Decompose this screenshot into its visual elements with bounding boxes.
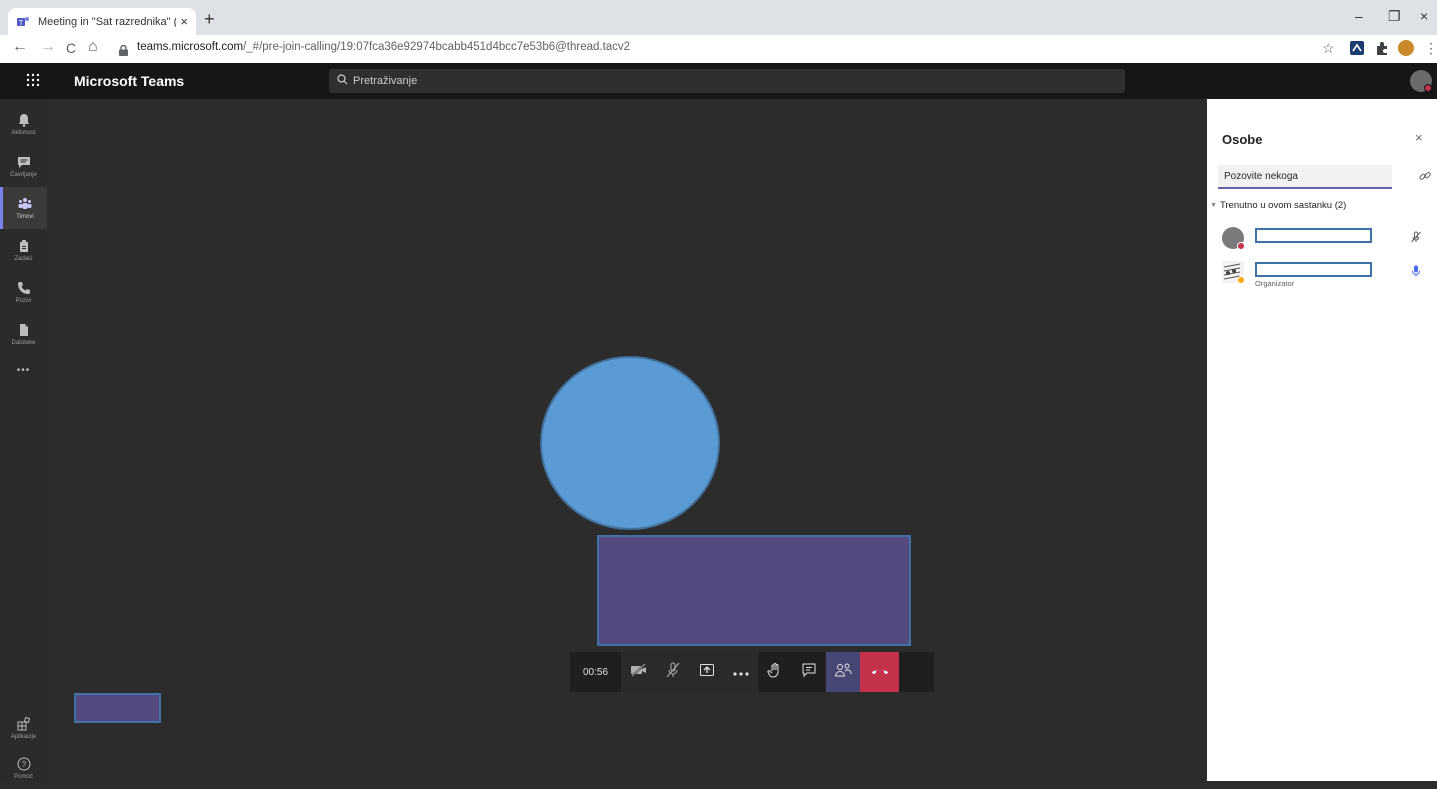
rail-item-apps[interactable]: Aplikacije	[0, 707, 47, 749]
url-path: /_#/pre-join-calling/19:07fca36e92974bca…	[243, 41, 631, 53]
bell-icon	[17, 113, 31, 127]
assignments-icon	[17, 239, 31, 253]
puzzle-extensions-icon[interactable]	[1374, 40, 1390, 56]
help-icon: ?	[17, 757, 31, 771]
rail-more-button[interactable]: •••	[0, 355, 47, 385]
chat-icon	[17, 155, 31, 169]
participant-row[interactable]	[1222, 227, 1432, 255]
more-icon	[733, 663, 749, 681]
lock-icon	[119, 43, 128, 56]
participant-role: Organizator	[1255, 279, 1295, 288]
search-placeholder: Pretraživanje	[353, 75, 418, 87]
share-tray-icon	[699, 662, 715, 683]
people-icon	[834, 662, 852, 683]
chevron-down-icon: ▼	[1210, 202, 1217, 209]
participant-row[interactable]: Organizator	[1222, 261, 1432, 289]
rail-item-calls[interactable]: Pozivi	[0, 271, 47, 313]
rail-item-files[interactable]: Datoteke	[0, 313, 47, 355]
camera-off-icon	[630, 662, 648, 682]
rail-label-apps: Aplikacije	[10, 733, 37, 740]
svg-text:?: ?	[21, 760, 26, 769]
call-controls: 00:56	[570, 652, 934, 692]
phone-icon	[17, 281, 31, 295]
rail-item-teams[interactable]: Timovi	[0, 187, 47, 229]
user-avatar[interactable]	[1410, 70, 1432, 92]
participant-video-tile	[597, 535, 911, 646]
hand-icon	[767, 662, 783, 683]
svg-text:T: T	[19, 20, 24, 27]
address-bar[interactable]: teams.microsoft.com/_#/pre-join-calling/…	[137, 41, 630, 53]
browser-menu-icon[interactable]: ⋮	[1424, 40, 1437, 57]
window-close-button[interactable]: ×	[1420, 8, 1428, 24]
teams-header: Microsoft Teams Pretraživanje	[0, 63, 1437, 99]
files-icon	[17, 323, 31, 337]
status-badge	[1237, 276, 1245, 284]
back-button[interactable]: ←	[12, 38, 28, 56]
rail-label-assignments: Zadaci	[14, 255, 33, 262]
panel-close-button[interactable]: ×	[1415, 130, 1423, 145]
app-launcher-icon[interactable]	[26, 73, 40, 92]
status-badge	[1237, 242, 1245, 250]
more-actions-button[interactable]	[724, 652, 758, 692]
people-panel: Osobe × ▼ Trenutno u ovom sastanku (2) O…	[1207, 99, 1437, 781]
mic-toggle-button[interactable]	[656, 652, 690, 692]
rail-label-calls: Pozivi	[15, 297, 32, 304]
browser-tabstrip: T Meeting in "Sat razrednika" (Sast × + …	[0, 0, 1437, 35]
invite-input[interactable]	[1218, 165, 1392, 189]
tab-title: Meeting in "Sat razrednika" (Sast	[38, 15, 176, 28]
restore-button[interactable]: ❐	[1388, 8, 1401, 25]
presence-dot	[1424, 84, 1432, 92]
app-title: Microsoft Teams	[74, 73, 185, 89]
search-icon	[337, 74, 348, 88]
rail-item-assignments[interactable]: Zadaci	[0, 229, 47, 271]
forward-button[interactable]: →	[40, 38, 56, 56]
hang-up-icon	[871, 663, 889, 681]
participant-avatar-circle	[540, 356, 720, 530]
search-input[interactable]: Pretraživanje	[329, 69, 1125, 93]
participant-name-redacted	[1255, 228, 1372, 243]
rail-item-chat[interactable]: Ćavrljanje	[0, 145, 47, 187]
share-link-icon[interactable]	[1419, 169, 1431, 187]
raise-hand-button[interactable]	[758, 652, 792, 692]
app-rail: Aktivnost Ćavrljanje Timovi Zadaci Poziv…	[0, 99, 47, 781]
teams-icon	[18, 197, 32, 211]
rail-label-activity: Aktivnost	[11, 129, 36, 136]
teams-favicon-icon: T	[16, 15, 30, 29]
call-timer: 00:56	[570, 652, 622, 692]
mic-off-icon	[1410, 230, 1422, 248]
extension-icon[interactable]	[1349, 40, 1365, 56]
current-participants-header[interactable]: ▼ Trenutno u ovom sastanku (2)	[1210, 200, 1346, 211]
apps-icon	[17, 716, 31, 731]
profile-avatar-icon[interactable]	[1398, 40, 1414, 56]
rail-label-teams: Timovi	[16, 213, 34, 220]
hang-up-button[interactable]	[860, 652, 899, 692]
rail-label-chat: Ćavrljanje	[10, 171, 37, 178]
new-tab-button[interactable]: +	[204, 9, 215, 30]
rail-item-help[interactable]: ? Pomoć	[0, 747, 47, 789]
tab-close-button[interactable]: ×	[180, 14, 188, 29]
bookmark-star-icon[interactable]: ☆	[1322, 40, 1335, 57]
chat-toggle-button[interactable]	[792, 652, 826, 692]
rail-label-files: Datoteke	[11, 339, 36, 346]
rail-label-help: Pomoć	[14, 773, 33, 780]
mic-on-icon	[1410, 264, 1422, 282]
rail-item-activity[interactable]: Aktivnost	[0, 103, 47, 145]
camera-toggle-button[interactable]	[622, 652, 656, 692]
browser-toolbar: ← → C ⌂ teams.microsoft.com/_#/pre-join-…	[0, 35, 1437, 63]
chat-bubble-icon	[801, 662, 817, 683]
mic-off-icon	[665, 662, 681, 683]
browser-tab[interactable]: T Meeting in "Sat razrednika" (Sast ×	[8, 8, 196, 35]
self-video-preview[interactable]	[74, 693, 161, 723]
panel-title: Osobe	[1222, 132, 1263, 147]
url-domain: teams.microsoft.com	[137, 41, 244, 53]
reload-button[interactable]: C	[66, 40, 76, 56]
participant-name-redacted	[1255, 262, 1372, 277]
minimize-button[interactable]: –	[1355, 8, 1363, 24]
home-button[interactable]: ⌂	[88, 38, 98, 56]
section-label: Trenutno u ovom sastanku (2)	[1219, 200, 1347, 211]
share-screen-button[interactable]	[690, 652, 724, 692]
participants-toggle-button[interactable]	[826, 652, 860, 692]
